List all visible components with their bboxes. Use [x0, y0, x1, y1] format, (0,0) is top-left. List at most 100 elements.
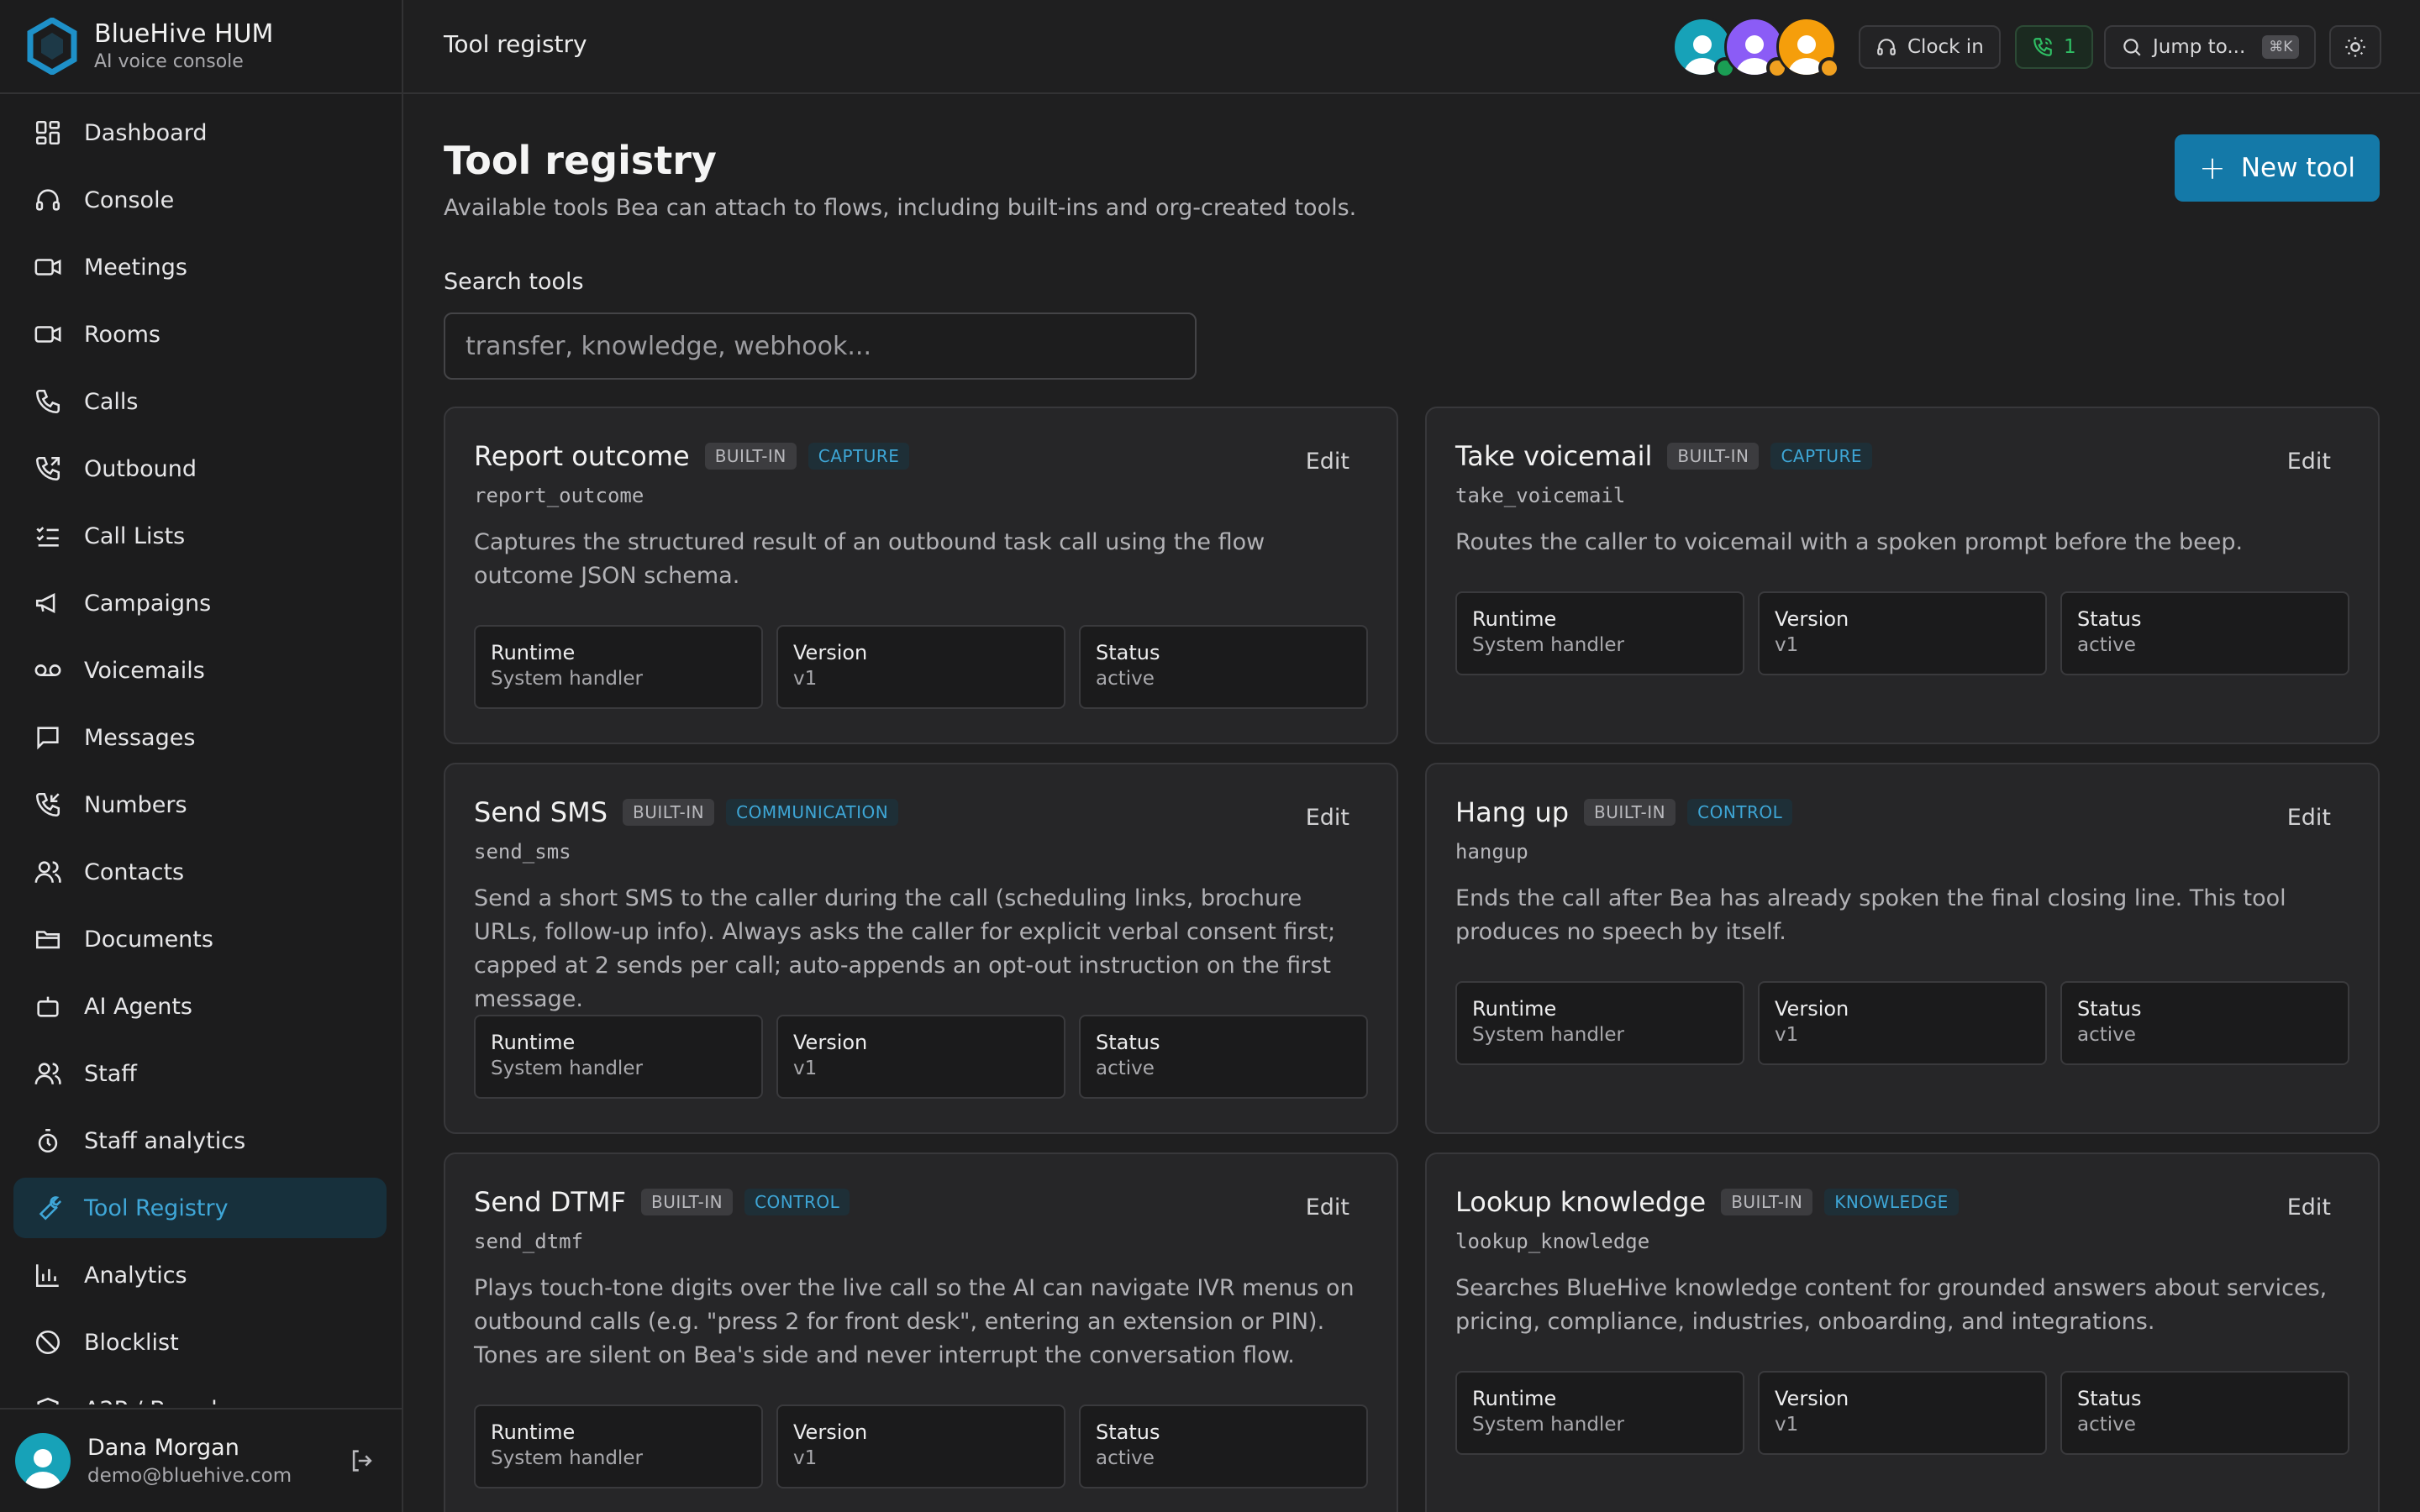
- tool-card-hang-up: Hang up BUILT-IN CONTROL Edit hangup End…: [1425, 763, 2380, 1134]
- sidebar-item-label: Console: [84, 186, 175, 213]
- theme-toggle-button[interactable]: [2329, 25, 2381, 69]
- sidebar-item-console[interactable]: Console: [13, 170, 387, 230]
- version-field: Version v1: [776, 1404, 1065, 1488]
- sidebar-item-label: AI Agents: [84, 993, 193, 1020]
- wrench-icon: [34, 1194, 62, 1222]
- sidebar-item-label: Rooms: [84, 321, 160, 348]
- sidebar-item-dashboard[interactable]: Dashboard: [13, 102, 387, 163]
- user-name: Dana Morgan: [87, 1435, 239, 1461]
- category-badge: CONTROL: [1687, 799, 1793, 826]
- headset-icon: [34, 186, 62, 214]
- version-field: Version v1: [776, 1015, 1065, 1099]
- jump-to-search[interactable]: Jump to... ⌘K: [2104, 25, 2317, 69]
- megaphone-icon: [34, 589, 62, 617]
- version-label: Version: [793, 1031, 868, 1054]
- tool-description: Send a short SMS to the caller during th…: [474, 885, 1336, 1012]
- runtime-value: System handler: [491, 668, 643, 690]
- sidebar-item-outbound[interactable]: Outbound: [13, 438, 387, 499]
- tool-slug: lookup_knowledge: [1455, 1230, 1650, 1253]
- sidebar-item-label: Voicemails: [84, 657, 205, 684]
- tool-meta: Runtime System handler Version v1 Status ac…: [474, 625, 1368, 709]
- sidebar-item-numbers[interactable]: Numbers: [13, 774, 387, 835]
- edit-button[interactable]: Edit: [1306, 449, 1349, 475]
- ban-icon: [34, 1328, 62, 1357]
- search-input[interactable]: [444, 312, 1197, 380]
- main-content: Tool registry Available tools Bea can at…: [403, 94, 2420, 1512]
- tool-meta: Runtime System handler Version v1 Status ac…: [1455, 591, 2349, 675]
- edit-button[interactable]: Edit: [2287, 1194, 2331, 1221]
- sidebar-item-blocklist[interactable]: Blocklist: [13, 1312, 387, 1373]
- sidebar-item-label: Contacts: [84, 858, 185, 885]
- runtime-field: Runtime System handler: [474, 625, 763, 709]
- away-status-dot: [1818, 57, 1840, 79]
- sidebar-item-rooms[interactable]: Rooms: [13, 304, 387, 365]
- tool-slug: send_dtmf: [474, 1230, 584, 1253]
- page-title: Tool registry: [444, 138, 717, 183]
- user-email: demo@bluehive.com: [87, 1465, 292, 1487]
- clock-in-label: Clock in: [1907, 36, 1984, 58]
- tool-meta: Runtime System handler Version v1 Status ac…: [1455, 981, 2349, 1065]
- new-tool-button[interactable]: + New tool: [2175, 134, 2380, 202]
- version-field: Version v1: [1758, 591, 2047, 675]
- status-label: Status: [2077, 607, 2142, 631]
- sidebar-item-meetings[interactable]: Meetings: [13, 237, 387, 297]
- topbar-title: Tool registry: [444, 30, 587, 58]
- edit-button[interactable]: Edit: [2287, 449, 2331, 475]
- runtime-field: Runtime System handler: [1455, 1371, 1744, 1455]
- tool-description: Captures the structured result of an out…: [474, 529, 1265, 589]
- tool-meta: Runtime System handler Version v1 Status ac…: [474, 1404, 1368, 1488]
- sidebar-item-campaigns[interactable]: Campaigns: [13, 573, 387, 633]
- brand[interactable]: BlueHive HUM AI voice console: [0, 0, 402, 94]
- search-label: Search tools: [444, 269, 584, 295]
- edit-button[interactable]: Edit: [1306, 805, 1349, 831]
- sidebar-item-label: Staff analytics: [84, 1127, 246, 1154]
- sidebar-item-documents[interactable]: Documents: [13, 909, 387, 969]
- clock-in-button[interactable]: Clock in: [1859, 25, 2001, 69]
- sidebar-item-voicemails[interactable]: Voicemails: [13, 640, 387, 701]
- jump-to-label: Jump to...: [2153, 36, 2246, 58]
- sidebar-item-calls[interactable]: Calls: [13, 371, 387, 432]
- bot-icon: [34, 992, 62, 1021]
- sidebar-item-label: Outbound: [84, 455, 197, 482]
- sidebar-item-staff-analytics[interactable]: Staff analytics: [13, 1110, 387, 1171]
- version-label: Version: [1775, 997, 1849, 1021]
- list-checks-icon: [34, 522, 62, 550]
- tool-description: Routes the caller to voicemail with a sp…: [1455, 529, 2244, 555]
- sidebar-item-call-lists[interactable]: Call Lists: [13, 506, 387, 566]
- logout-icon[interactable]: [348, 1446, 376, 1475]
- tool-name: Lookup knowledge: [1455, 1186, 1707, 1218]
- sidebar-item-ai-agents[interactable]: AI Agents: [13, 976, 387, 1037]
- sidebar-item-label: Numbers: [84, 791, 187, 818]
- version-value: v1: [1775, 1024, 1799, 1046]
- voicemail-icon: [34, 656, 62, 685]
- status-field: Status active: [2060, 981, 2349, 1065]
- runtime-value: System handler: [1472, 634, 1624, 656]
- new-tool-label: New tool: [2240, 153, 2355, 183]
- version-value: v1: [793, 668, 818, 690]
- runtime-field: Runtime System handler: [1455, 981, 1744, 1065]
- sidebar-item-analytics[interactable]: Analytics: [13, 1245, 387, 1305]
- tool-name: Take voicemail: [1455, 440, 1653, 472]
- sidebar-item-messages[interactable]: Messages: [13, 707, 387, 768]
- sidebar-item-staff[interactable]: Staff: [13, 1043, 387, 1104]
- edit-button[interactable]: Edit: [1306, 1194, 1349, 1221]
- status-field: Status active: [2060, 1371, 2349, 1455]
- tool-description: Ends the call after Bea has already spok…: [1455, 885, 2286, 945]
- status-field: Status active: [1079, 625, 1368, 709]
- sidebar-item-tool-registry[interactable]: Tool Registry: [13, 1178, 387, 1238]
- tool-slug: send_sms: [474, 840, 571, 864]
- tool-meta: Runtime System handler Version v1 Status ac…: [1455, 1371, 2349, 1455]
- status-value: active: [2077, 634, 2136, 656]
- edit-button[interactable]: Edit: [2287, 805, 2331, 831]
- sidebar-item-a2p-brand[interactable]: A2P / Brand: [13, 1379, 387, 1404]
- page-subtitle: Available tools Bea can attach to flows,…: [444, 195, 1357, 221]
- runtime-label: Runtime: [491, 1420, 576, 1444]
- bar-chart-icon: [34, 1261, 62, 1289]
- tool-card-send-sms: Send SMS BUILT-IN COMMUNICATION Edit sen…: [444, 763, 1398, 1134]
- status-value: active: [2077, 1414, 2136, 1436]
- sidebar-item-contacts[interactable]: Contacts: [13, 842, 387, 902]
- user-profile[interactable]: Dana Morgan demo@bluehive.com: [0, 1408, 402, 1512]
- active-calls-button[interactable]: 1: [2015, 25, 2093, 69]
- timer-icon: [34, 1126, 62, 1155]
- runtime-value: System handler: [1472, 1414, 1624, 1436]
